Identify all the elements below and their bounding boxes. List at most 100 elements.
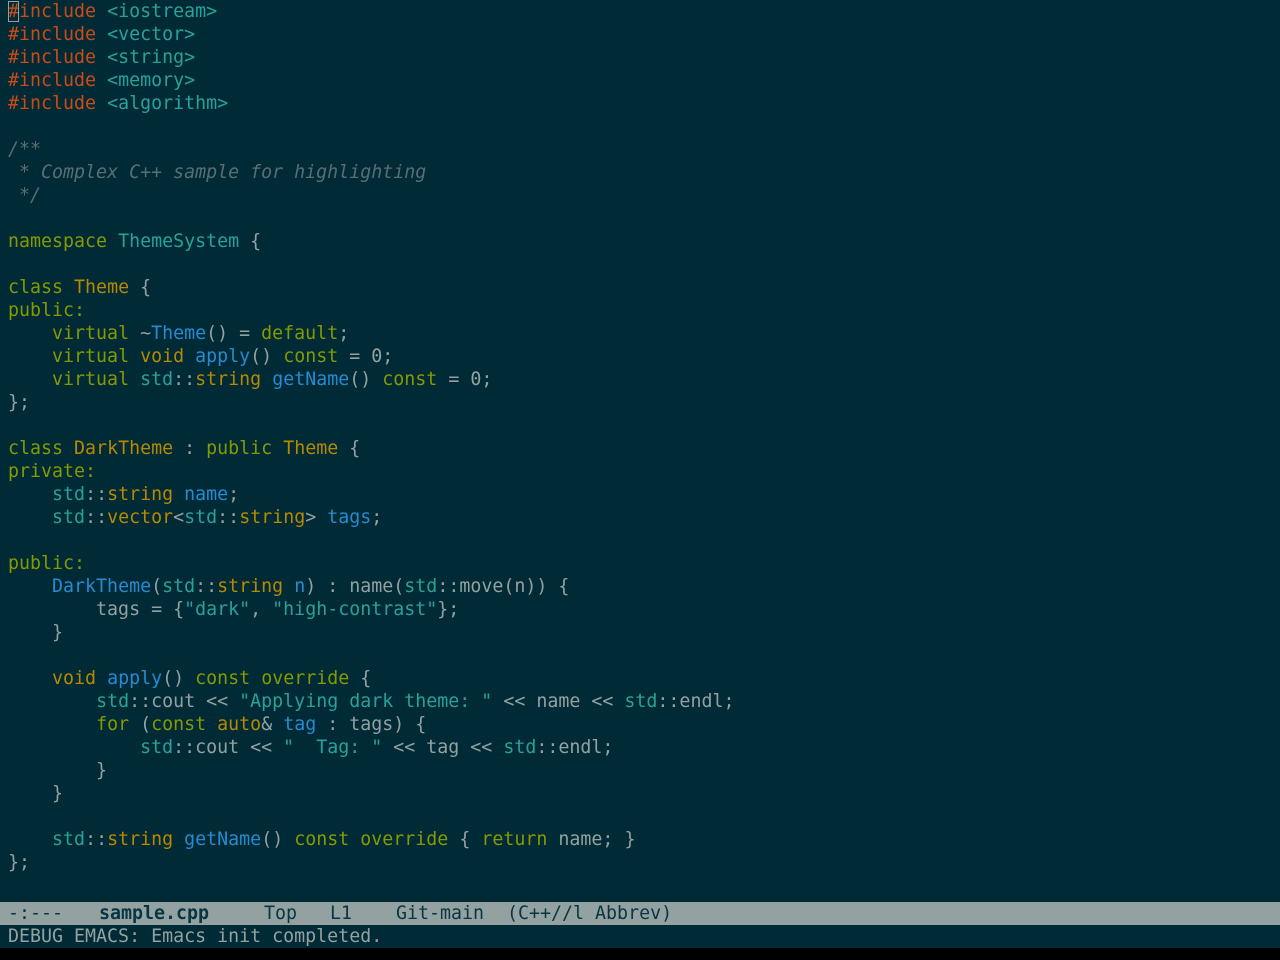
code-token: std [404,576,438,597]
code-line[interactable]: namespace ThemeSystem { [8,230,734,253]
code-line[interactable]: }; [8,851,734,874]
code-token: public: [8,300,86,321]
code-token: :: [195,576,218,597]
code-line[interactable]: * Complex C++ sample for highlighting [8,161,734,184]
code-token: std [162,576,196,597]
code-line[interactable]: class DarkTheme : public Theme { [8,437,734,460]
code-token: ; [228,484,240,505]
code-token: vector [107,507,174,528]
code-token: ::move(n)) { [437,576,570,597]
code-token: string [239,507,306,528]
code-token: getName [272,369,350,390]
code-token: #include [8,24,97,45]
code-token: apply [107,668,163,689]
code-line[interactable]: tags = {"dark", "high-contrast"}; [8,598,734,621]
code-line[interactable]: public: [8,552,734,575]
code-token: = 0; [338,346,394,367]
code-token: std [52,507,86,528]
code-token: default [261,323,339,344]
code-line[interactable]: void apply() const override { [8,667,734,690]
code-line[interactable] [8,207,734,230]
code-line[interactable]: std::cout << " Tag: " << tag << std::end… [8,736,734,759]
code-line[interactable]: } [8,621,734,644]
code-token: ; [371,507,383,528]
code-line[interactable]: class Theme { [8,276,734,299]
code-token: { [239,231,262,252]
code-line[interactable]: DarkTheme(std::string n) : name(std::mov… [8,575,734,598]
code-token: string [195,369,262,390]
code-token: class [8,277,64,298]
code-line[interactable]: virtual ~Theme() = default; [8,322,734,345]
code-line[interactable]: */ [8,184,734,207]
code-line[interactable]: }; [8,391,734,414]
code-token: () [162,668,196,689]
code-line[interactable]: std::vector<std::string> tags; [8,506,734,529]
code-line[interactable]: std::string name; [8,483,734,506]
code-token: DarkTheme [52,576,152,597]
modeline-modes[interactable]: (C++//l Abbrev) [507,902,672,925]
code-token: std [184,507,218,528]
code-token: Theme [74,277,130,298]
code-token: ::endl; [657,691,735,712]
code-token: getName [184,829,262,850]
code-token: const [151,714,207,735]
code-token: << name << [492,691,625,712]
code-token: = 0; [437,369,493,390]
code-token: override [360,829,449,850]
modeline-status: -:--- [8,903,64,924]
code-token: virtual [52,369,130,390]
code-token: tags = { [8,599,185,620]
code-line[interactable]: #include <algorithm> [8,92,734,115]
code-line[interactable]: for (const auto& tag : tags) { [8,713,734,736]
code-line[interactable]: #include <memory> [8,69,734,92]
code-line[interactable]: #include <string> [8,46,734,69]
code-line[interactable] [8,644,734,667]
code-line[interactable] [8,805,734,828]
code-token: const [195,668,251,689]
code-token: < [173,507,185,528]
code-line[interactable]: /** [8,138,734,161]
code-line[interactable] [8,529,734,552]
code-line[interactable] [8,115,734,138]
code-line[interactable]: } [8,782,734,805]
code-token: std [52,829,86,850]
code-token: { [448,829,482,850]
code-line[interactable]: public: [8,299,734,322]
code-line[interactable]: virtual std::string getName() const = 0; [8,368,734,391]
code-line[interactable]: #include <vector> [8,23,734,46]
code-buffer[interactable]: #include <iostream> #include <vector> #inc… [8,0,734,874]
code-token: " Tag: " [283,737,383,758]
code-line[interactable]: std::cout << "Applying dark theme: " << … [8,690,734,713]
code-token: ; [338,323,350,344]
code-line[interactable] [8,414,734,437]
code-line[interactable]: std::string getName() const override { r… [8,828,734,851]
code-line[interactable]: virtual void apply() const = 0; [8,345,734,368]
code-line[interactable]: private: [8,460,734,483]
code-token: DarkTheme [74,438,174,459]
editor-window[interactable]: #include <iostream> #include <vector> #inc… [0,0,1280,902]
code-token: const [382,369,438,390]
code-token: { [338,438,361,459]
minibuffer[interactable]: DEBUG EMACS: Emacs init completed. [0,925,1280,948]
code-token: <string> [107,47,196,68]
code-token: std [96,691,130,712]
code-line[interactable]: } [8,759,734,782]
code-token: << tag << [382,737,504,758]
left-fringe [0,0,8,902]
code-token: () [349,369,383,390]
code-token: <iostream> [107,1,218,22]
code-line[interactable] [8,253,734,276]
code-token: ::cout << [129,691,240,712]
code-token: #include [8,70,97,91]
modeline-vc-branch[interactable]: Git-main [396,902,484,925]
modeline-buffer-name[interactable]: sample.cpp [99,902,209,925]
code-line[interactable]: #include <iostream> [8,0,734,23]
